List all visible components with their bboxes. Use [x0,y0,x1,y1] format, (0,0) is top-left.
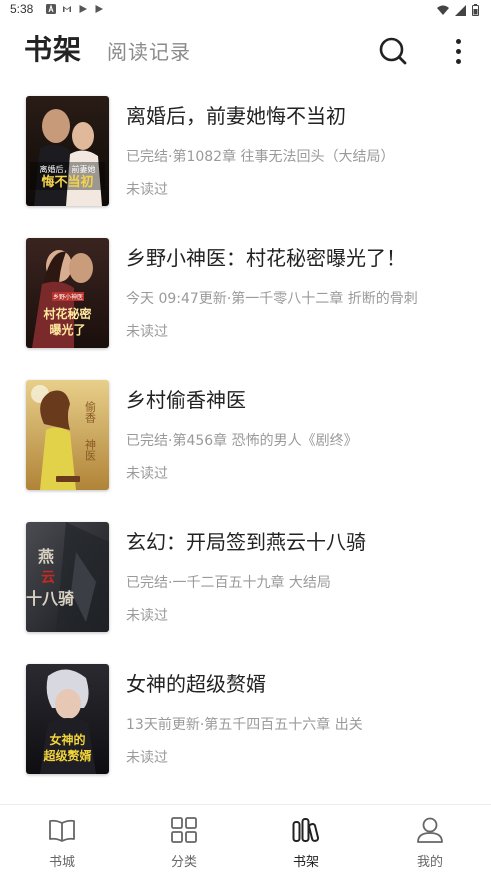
nav-item-category[interactable]: 分类 [134,805,234,874]
user-icon [417,817,443,843]
nav-label: 分类 [170,855,197,870]
book-progress: 已完结·一千二百五十九章 大结局 [126,575,331,591]
book-progress: 今天 09:47更新·第一千零八十二章 折断的骨刺 [126,291,418,307]
nav-item-bookshelf[interactable]: 书架 [256,805,356,874]
nav-item-mine[interactable]: 我的 [380,805,480,874]
read-status: 未读过 [126,466,168,482]
bookshelf-list: 离婚后，前妻她 悔不当初 离婚后，前妻她悔不当初 已完结·第1082章 往事无法… [0,92,491,802]
book-cover: 女神的 超级赘婿 [26,664,109,774]
wifi-icon [437,5,449,15]
svg-text:偷香: 偷香 [84,400,97,424]
book-progress: 已完结·第456章 恐怖的男人《剧终》 [126,433,358,449]
book-cover: 离婚后，前妻她 悔不当初 [26,96,109,206]
svg-text:十八骑: 十八骑 [26,589,74,608]
gmail-icon [63,6,71,12]
read-status: 未读过 [126,608,168,624]
read-status: 未读过 [126,750,168,766]
svg-text:云: 云 [41,570,55,586]
book-progress: 13天前更新·第五千四百五十六章 出关 [126,717,363,733]
tab-reading-history[interactable]: 阅读记录 [107,36,191,65]
system-icons [437,4,479,16]
signal-icon [455,4,466,16]
tab-bookshelf[interactable]: 书架 [24,28,82,68]
play-icon [95,5,103,13]
cover-text: 村花秘密 [43,306,91,321]
book-title: 乡村偷香神医 [126,388,246,412]
book-title: 离婚后，前妻她悔不当初 [126,104,346,128]
nav-label: 我的 [416,855,443,870]
book-open-icon [49,819,75,842]
book-item[interactable]: 偷香 神医 乡村偷香神医 已完结·第456章 恐怖的男人《剧终》 未读过 [0,376,491,518]
notification-icons [46,4,104,14]
svg-text:离婚后，前妻她: 离婚后，前妻她 [40,164,96,174]
battery-icon [472,4,479,16]
book-cover: 乡野小神医 村花秘密 曝光了 [26,238,109,348]
svg-text:乡野小神医: 乡野小神医 [53,293,83,301]
book-item[interactable]: 离婚后，前妻她 悔不当初 离婚后，前妻她悔不当初 已完结·第1082章 往事无法… [0,92,491,234]
read-status: 未读过 [126,182,168,198]
book-progress: 已完结·第1082章 往事无法回头（大结局） [126,149,395,165]
book-item[interactable]: 乡野小神医 村花秘密 曝光了 乡野小神医：村花秘密曝光了！ 今天 09:47更新… [0,234,491,376]
bookshelf-icon [292,818,320,842]
book-title: 女神的超级赘婿 [126,672,266,696]
nav-label: 书架 [292,855,319,870]
svg-text:女神的: 女神的 [49,732,85,747]
book-item[interactable]: 女神的 超级赘婿 女神的超级赘婿 13天前更新·第五千四百五十六章 出关 未读过 [0,660,491,802]
top-header: 书架 阅读记录 [0,22,491,80]
status-time: 5:38 [10,2,34,16]
svg-text:超级赘婿: 超级赘婿 [42,748,91,763]
play-icon [79,5,87,13]
nav-label: 书城 [48,855,75,870]
bottom-nav: 书城 分类 书架 我的 [0,804,491,874]
more-vertical-icon[interactable] [446,34,470,68]
svg-text:曝光了: 曝光了 [49,322,85,337]
book-cover: 燕 云 十八骑 [26,522,109,632]
book-title: 乡野小神医：村花秘密曝光了！ [126,246,406,270]
book-cover: 偷香 神医 [26,380,109,490]
cover-text: 悔不当初 [41,174,93,190]
read-status: 未读过 [126,324,168,340]
grid-icon [171,817,197,843]
search-icon[interactable] [376,34,410,68]
book-item[interactable]: 燕 云 十八骑 玄幻：开局签到燕云十八骑 已完结·一千二百五十九章 大结局 未读… [0,518,491,660]
status-bar: 5:38 [0,0,491,22]
a-icon [46,4,56,14]
svg-text:燕: 燕 [38,547,54,566]
svg-text:神医: 神医 [84,438,97,461]
nav-item-bookstore[interactable]: 书城 [12,805,112,874]
book-title: 玄幻：开局签到燕云十八骑 [126,530,366,554]
